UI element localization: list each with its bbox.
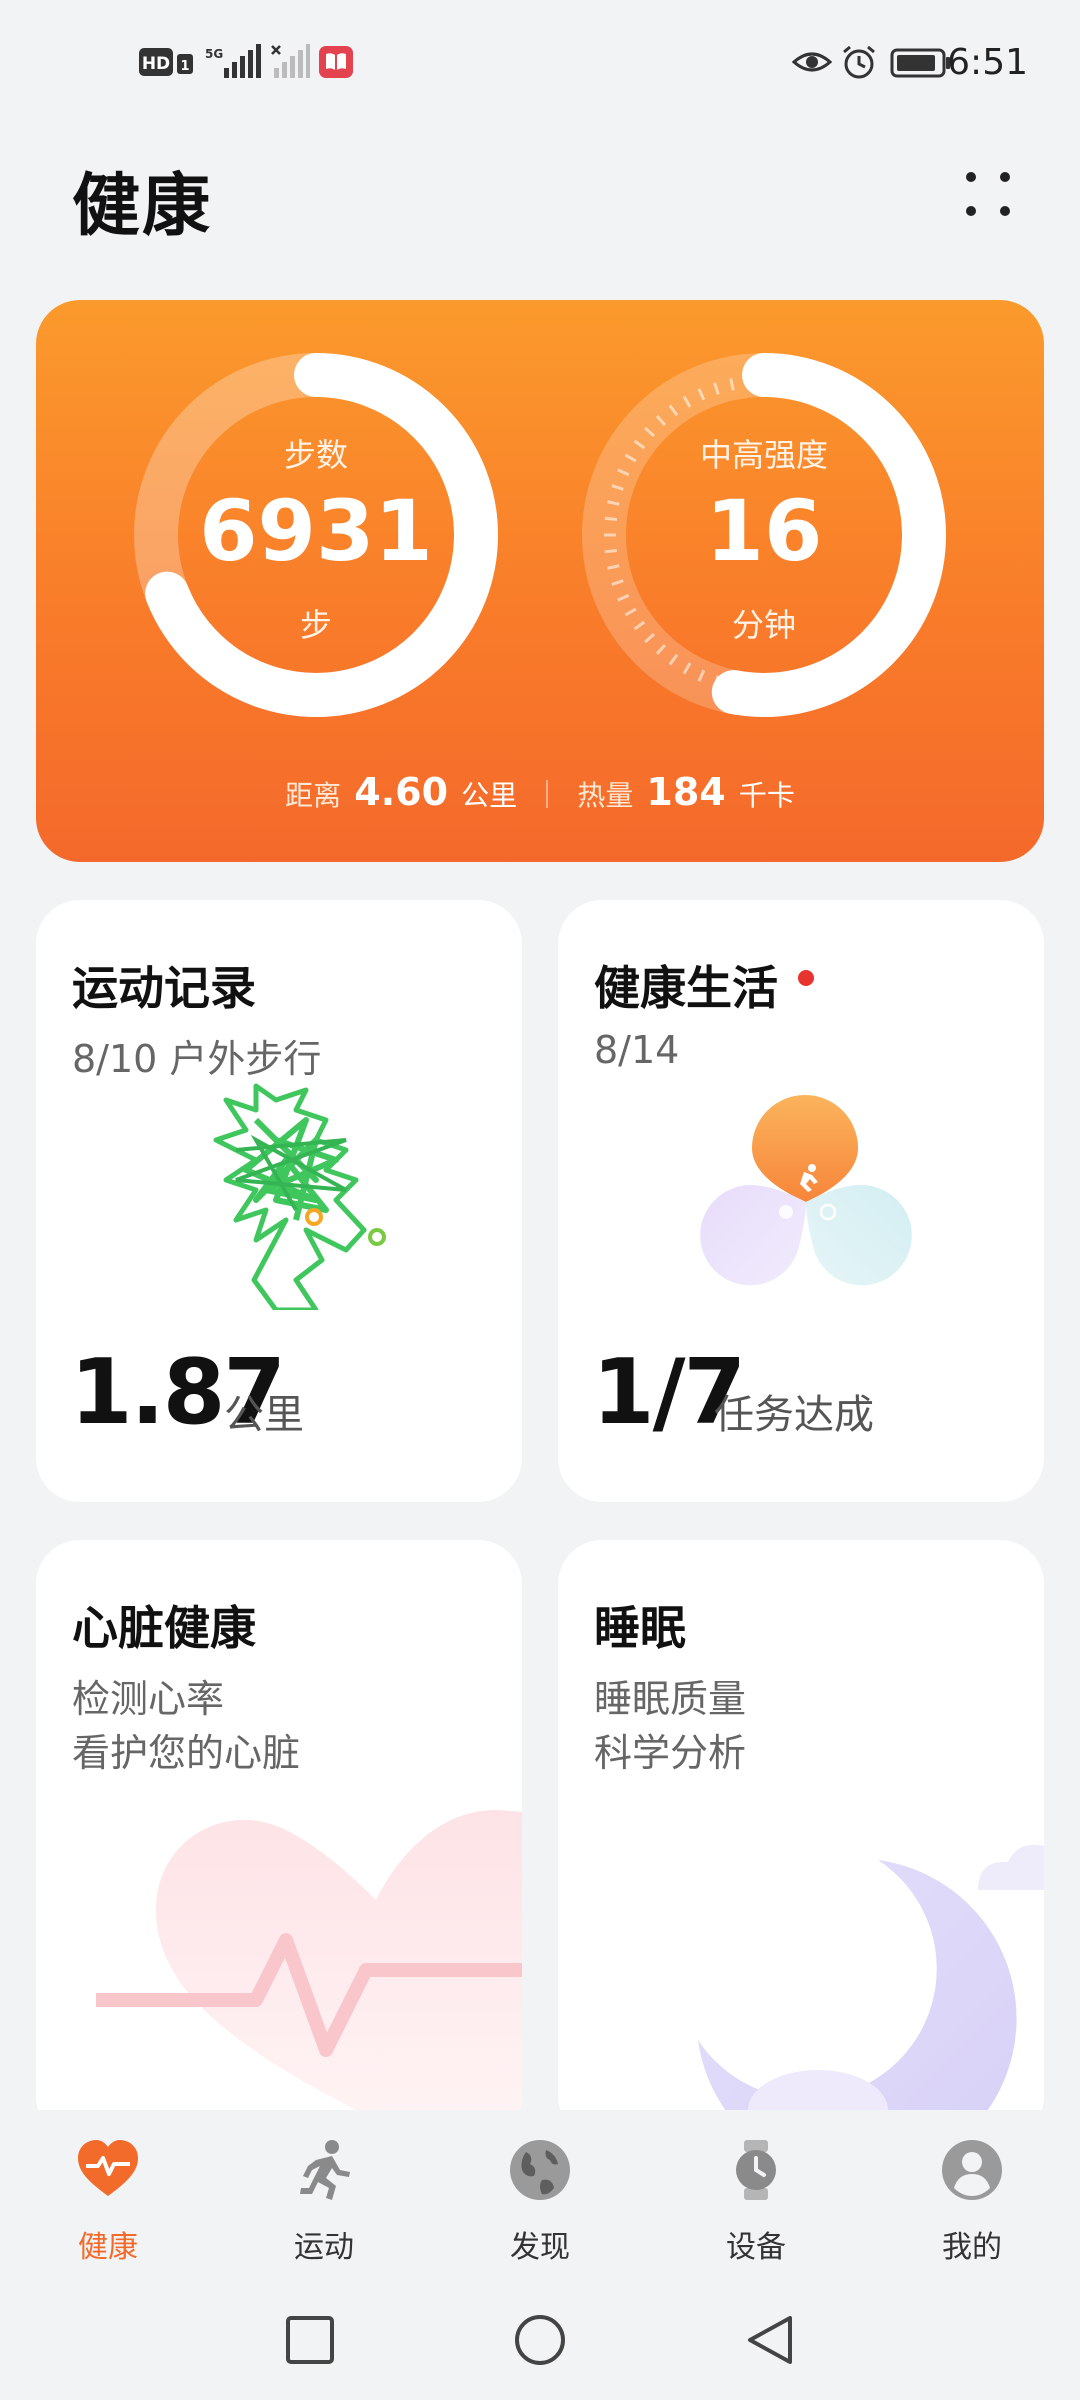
steps-unit: 步	[299, 606, 332, 644]
intensity-unit: 分钟	[731, 606, 796, 644]
health-app-screen: HD 1 5G 6:51 健康 步数 6931 步 中高强度 16 分钟 距离 …	[0, 0, 1080, 2400]
card-line-1: 睡眠质量	[594, 1677, 747, 1721]
distance-calorie-summary: 距离 4.60 公里 热量 184 千卡	[36, 770, 1044, 814]
calorie-value: 184	[646, 770, 726, 814]
card-line-1: 检测心率	[72, 1677, 225, 1721]
intensity-value: 16	[705, 482, 823, 580]
card-title: 运动记录	[72, 961, 256, 1015]
route-map-icon	[213, 1083, 386, 1310]
card-line-2: 看护您的心脏	[72, 1731, 301, 1775]
distance-value: 4.60	[354, 770, 449, 814]
exercise-distance-unit: 公里	[224, 1392, 304, 1438]
summary-divider	[546, 780, 549, 808]
card-subtitle: 8/14	[594, 1028, 680, 1072]
back-icon[interactable]	[740, 2310, 800, 2370]
card-title: 健康生活	[594, 961, 778, 1015]
intensity-label: 中高强度	[699, 436, 828, 474]
card-title: 睡眠	[594, 1601, 686, 1655]
page-title: 健康	[72, 167, 213, 246]
nav-tab-exercise[interactable]: 运动	[216, 2110, 432, 2270]
svg-text:1: 1	[180, 59, 189, 74]
nav-label: 运动	[294, 2230, 354, 2265]
bottom-navigation: 健康 运动 发现 设备 我的	[0, 2110, 1080, 2270]
distance-label: 距离	[285, 779, 342, 812]
signal-5g-icon: 5G	[205, 44, 261, 78]
calorie-unit: 千卡	[738, 779, 795, 812]
alarm-icon	[843, 45, 875, 79]
steps-value: 6931	[199, 482, 433, 580]
nav-tab-discover[interactable]: 发现	[432, 2110, 648, 2270]
activity-summary-card[interactable]: 步数 6931 步 中高强度 16 分钟 距离 4.60 公里 热量 184 千…	[36, 300, 1044, 862]
eye-icon	[792, 52, 832, 72]
recent-apps-icon[interactable]	[280, 2310, 340, 2370]
steps-ring[interactable]: 步数 6931 步	[131, 350, 501, 720]
nav-tab-devices[interactable]: 设备	[648, 2110, 864, 2270]
svg-text:HD: HD	[142, 54, 170, 74]
nav-label: 发现	[510, 2230, 570, 2265]
healthy-life-card[interactable]: 健康生活 8/14 1/7 任务达成	[558, 900, 1044, 1502]
running-person-icon	[300, 2140, 350, 2200]
heart-health-card[interactable]: 心脏健康 检测心率 看护您的心脏	[36, 1540, 522, 2140]
distance-unit: 公里	[461, 779, 518, 812]
calorie-label: 热量	[577, 779, 634, 812]
signal-no-sim-icon	[271, 44, 310, 78]
book-icon	[319, 46, 353, 78]
notification-badge	[798, 970, 814, 986]
svg-text:5G: 5G	[205, 47, 223, 61]
intensity-ring[interactable]: 中高强度 16 分钟	[579, 350, 949, 720]
home-icon[interactable]	[510, 2310, 570, 2370]
status-time: 6:51	[947, 42, 1028, 83]
nav-label: 设备	[726, 2230, 786, 2265]
sleep-card[interactable]: 睡眠 睡眠质量 科学分析	[558, 1540, 1044, 2140]
heart-pulse-icon	[78, 2140, 138, 2196]
nav-label: 健康	[78, 2230, 138, 2265]
card-title: 心脏健康	[72, 1601, 256, 1655]
more-options-button[interactable]	[954, 160, 1024, 230]
healthy-life-petals-icon	[700, 1095, 912, 1286]
heart-pulse-illustration-icon	[96, 1810, 522, 2120]
card-subtitle: 8/10 户外步行	[72, 1037, 322, 1081]
nav-label: 我的	[942, 2230, 1002, 2265]
card-line-2: 科学分析	[594, 1731, 747, 1775]
status-bar: HD 1 5G 6:51	[0, 0, 1080, 130]
system-navigation-bar	[0, 2270, 1080, 2400]
tasks-completed-unit: 任务达成	[714, 1392, 874, 1438]
globe-icon	[510, 2140, 570, 2200]
moon-illustration-icon	[698, 1844, 1044, 2140]
nav-tab-me[interactable]: 我的	[864, 2110, 1080, 2270]
watch-icon	[736, 2140, 776, 2200]
nav-tab-health[interactable]: 健康	[0, 2110, 216, 2270]
steps-label: 步数	[283, 436, 348, 474]
more-dots-icon	[966, 172, 976, 182]
exercise-record-card[interactable]: 运动记录 8/10 户外步行 1.87 公里	[36, 900, 522, 1502]
profile-icon	[942, 2140, 1002, 2200]
hd-icon: HD 1	[139, 48, 193, 76]
battery-icon	[890, 48, 950, 78]
